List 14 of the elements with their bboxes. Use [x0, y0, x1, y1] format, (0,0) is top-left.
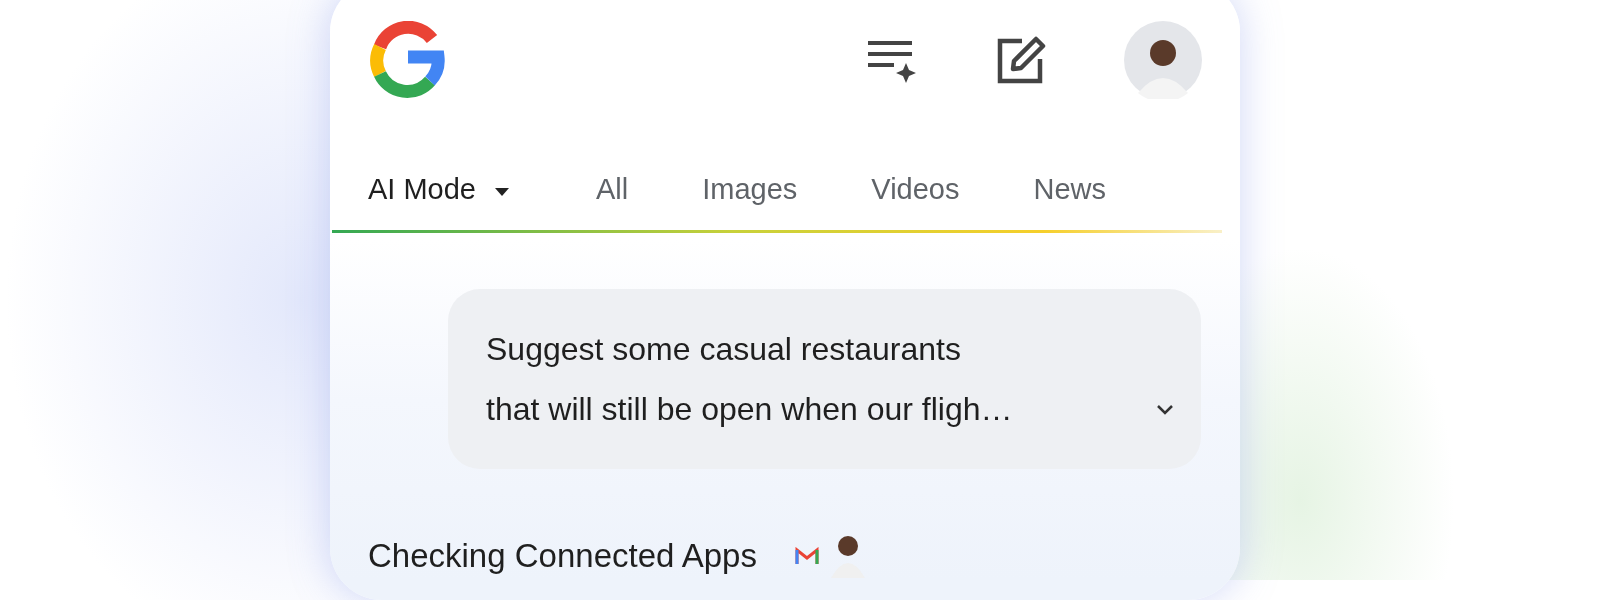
avatar: [828, 533, 867, 578]
chevron-icon[interactable]: [1155, 403, 1175, 417]
tab[interactable]: Images: [702, 168, 798, 212]
message-line: Suggest some casual restaurants: [486, 330, 962, 369]
status-text: Checking Connected Apps: [368, 536, 757, 576]
avatar[interactable]: [1124, 21, 1202, 99]
tab[interactable]: All: [596, 168, 629, 212]
tab[interactable]: Videos: [871, 168, 960, 212]
tab[interactable]: AI Mode: [368, 168, 510, 212]
tab[interactable]: News: [1033, 168, 1106, 212]
edit-icon[interactable]: [996, 35, 1046, 85]
caret-icon: [494, 186, 510, 197]
mail-icon: [794, 546, 819, 565]
message-line: that will still be open when our fligh…: [486, 390, 1013, 429]
